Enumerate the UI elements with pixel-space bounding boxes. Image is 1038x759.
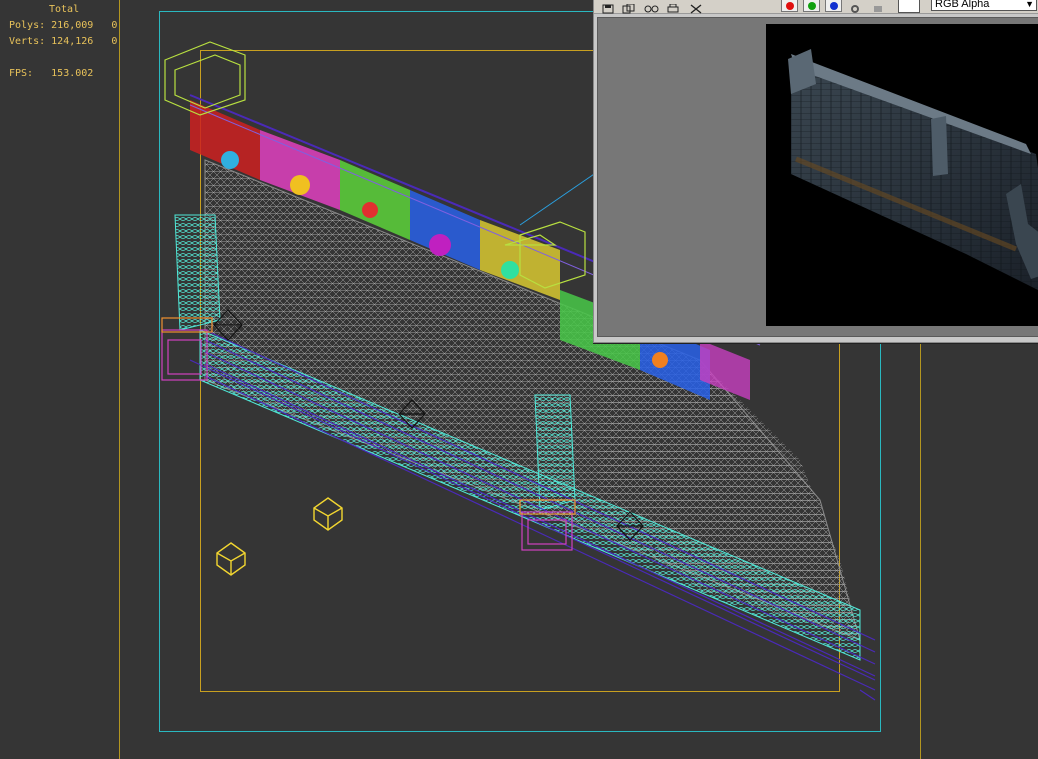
render-toolbar: RGB Alpha ▼ — [594, 0, 1038, 14]
verts-value: 124,126 — [51, 36, 94, 47]
blue-channel-icon — [830, 2, 838, 10]
alpha-channel-icon[interactable] — [849, 0, 861, 13]
save-icon[interactable] — [602, 0, 614, 14]
blue-channel-toggle[interactable] — [825, 0, 842, 12]
display-channel-dropdown[interactable]: RGB Alpha ▼ — [931, 0, 1037, 11]
verts-label: Verts: — [9, 36, 46, 47]
monochrome-icon[interactable] — [872, 0, 884, 12]
green-channel-toggle[interactable] — [803, 0, 820, 12]
fps-label: FPS: — [9, 68, 34, 79]
stats-header: Total — [49, 4, 80, 15]
verts-selected: 0 — [111, 36, 118, 47]
polys-value: 216,009 — [51, 20, 94, 31]
green-channel-icon — [808, 2, 816, 10]
color-swatch[interactable] — [898, 0, 920, 13]
view-guide-line — [519, 169, 601, 226]
camera-targets — [216, 497, 343, 576]
chevron-down-icon: ▼ — [1025, 0, 1034, 9]
rendered-wall-preview — [788, 49, 1038, 290]
copy-icon[interactable] — [622, 0, 635, 14]
clear-icon[interactable] — [690, 0, 702, 14]
fps-value: 153.002 — [51, 68, 94, 79]
polys-label: Polys: — [9, 20, 46, 31]
print-icon[interactable] — [667, 0, 679, 13]
rendered-image — [766, 24, 1038, 326]
verts-row: Verts: 124,126 0 — [9, 34, 117, 50]
polys-selected: 0 — [111, 20, 118, 31]
red-channel-toggle[interactable] — [781, 0, 798, 12]
rendered-frame-window[interactable]: RGB Alpha ▼ — [593, 0, 1038, 343]
clone-icon[interactable] — [644, 0, 659, 13]
polys-row: Polys: 216,009 0 — [9, 18, 117, 34]
red-channel-icon — [786, 2, 794, 10]
display-channel-value: RGB Alpha — [935, 0, 990, 10]
statistics-overlay: Total Polys: 216,009 0 Verts: 124,126 0 … — [9, 2, 117, 82]
render-canvas-area — [597, 17, 1038, 337]
fps-row: FPS: 153.002 — [9, 66, 117, 82]
